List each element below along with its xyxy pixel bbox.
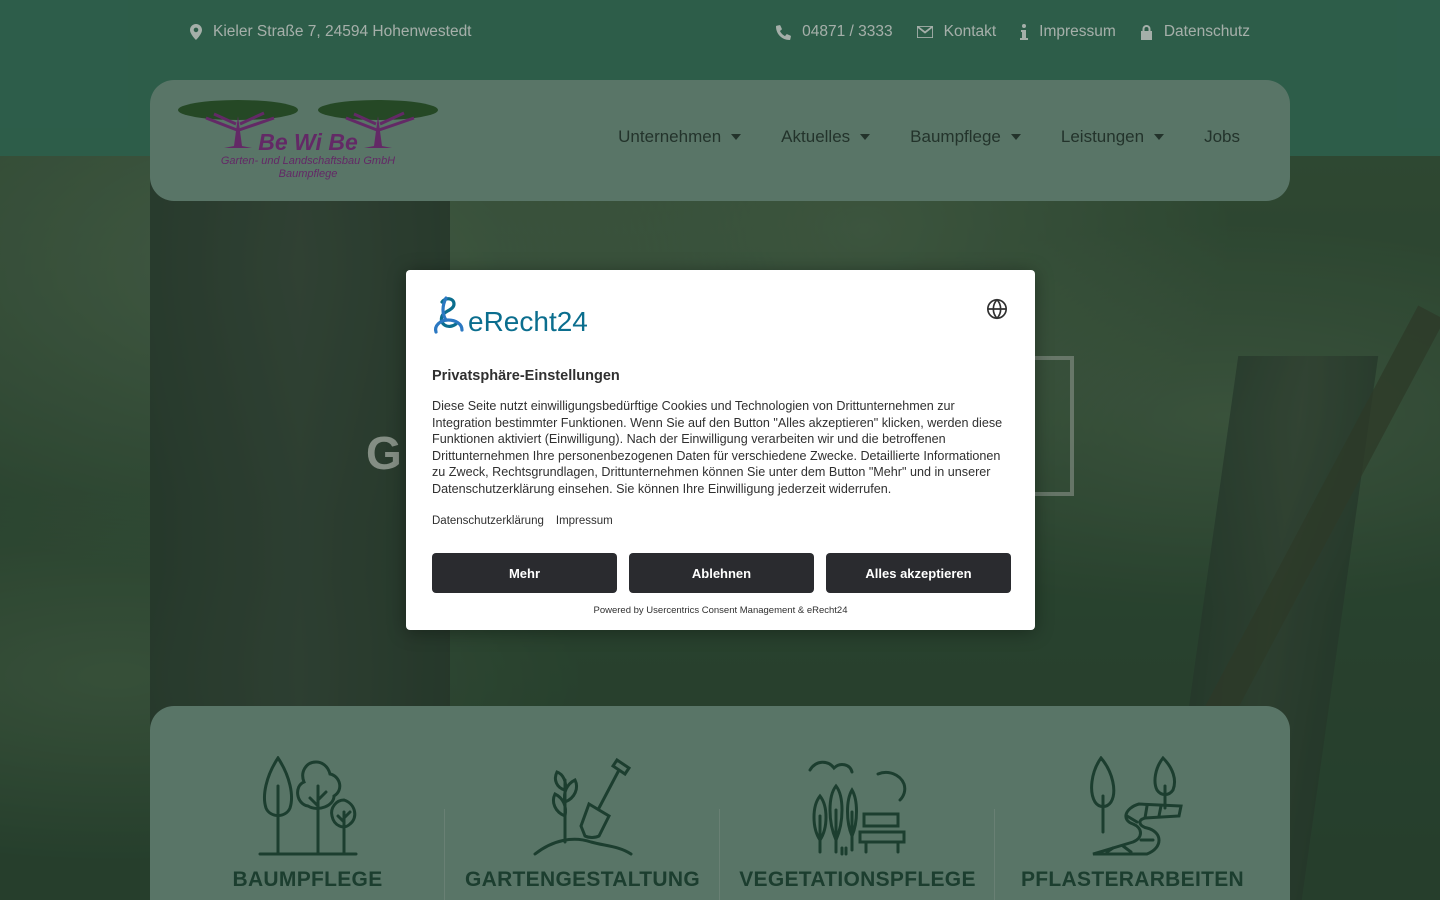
deny-button[interactable]: Ablehnen [629,553,814,593]
language-globe-icon[interactable] [986,298,1008,320]
consent-dialog: eRecht24 Privatsphäre-Einstellungen Dies… [406,270,1035,630]
erecht24-logo: eRecht24 [432,296,588,336]
more-button[interactable]: Mehr [432,553,617,593]
erecht24-mark-icon [434,296,464,334]
dialog-title: Privatsphäre-Einstellungen [432,368,620,384]
powered-by-text: Powered by Usercentrics Consent Manageme… [593,605,848,616]
accept-all-button[interactable]: Alles akzeptieren [826,553,1011,593]
dialog-links: Datenschutzerklärung Impressum [432,515,613,527]
dialog-buttons: Mehr Ablehnen Alles akzeptieren [432,553,1011,593]
dialog-description: Diese Seite nutzt einwilligungsbedürftig… [432,399,1003,496]
imprint-link[interactable]: Impressum [556,515,613,527]
brand-name: eRecht24 [468,306,588,337]
privacy-policy-link[interactable]: Datenschutzerklärung [432,515,544,527]
